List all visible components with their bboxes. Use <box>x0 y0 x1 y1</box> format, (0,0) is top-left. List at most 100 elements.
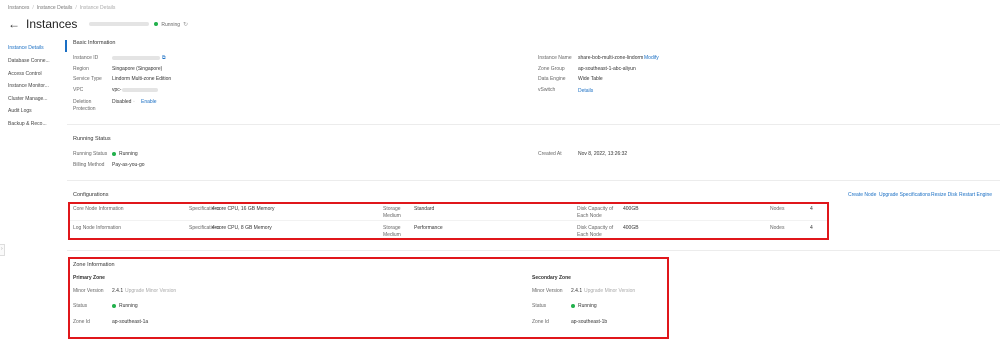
running-status-label: Running Status <box>73 151 108 157</box>
sidebar-active-indicator <box>65 40 67 52</box>
running-status-title: Running Status <box>73 136 111 142</box>
secondary-status-value: Running <box>571 303 597 309</box>
row-divider <box>70 220 827 221</box>
masked-instance-id <box>89 22 150 26</box>
core-disk-value: 400GB <box>623 206 639 212</box>
sidebar-item-instance-details[interactable]: Instance Details <box>8 45 44 51</box>
basic-info-title: Basic Information <box>73 40 116 46</box>
log-nodes-value: 4 <box>810 225 813 231</box>
primary-status-text: Running <box>119 303 138 309</box>
refresh-icon[interactable]: ↻ <box>183 22 188 28</box>
sidebar-item-instance-monitoring[interactable]: Instance Monitor... <box>8 83 49 89</box>
divider <box>67 180 1000 181</box>
primary-status-label: Status <box>73 303 88 309</box>
breadcrumb-instances[interactable]: Instances <box>8 5 29 11</box>
core-disk-label-line2: Each Node <box>577 213 602 219</box>
log-disk-value: 400GB <box>623 225 639 231</box>
log-node-info-label: Log Node Information <box>73 225 122 231</box>
secondary-zone-id-value: ap-southeast-1b <box>571 319 608 325</box>
log-medium-value: Performance <box>414 225 443 231</box>
primary-zone-title: Primary Zone <box>73 275 105 281</box>
primary-status-value: Running <box>112 303 138 309</box>
zone-info-title: Zone Information <box>73 262 115 268</box>
breadcrumb: Instances / Instance Details / Instance Deta… <box>8 5 116 11</box>
log-disk-label-line1: Disk Capacity of <box>577 225 614 231</box>
core-nodes-value: 4 <box>810 206 813 212</box>
sidebar-item-cluster-management[interactable]: Cluster Manage... <box>8 96 47 102</box>
secondary-zone-title: Secondary Zone <box>532 275 571 281</box>
deletion-protection-label-line2: Protection <box>73 106 96 112</box>
instance-name-label: Instance Name <box>538 55 572 61</box>
secondary-status-label: Status <box>532 303 547 309</box>
back-arrow-icon[interactable]: ← <box>8 18 20 30</box>
primary-zone-id-label: Zone Id <box>73 319 90 325</box>
copy-icon[interactable]: ⧉ <box>162 55 166 61</box>
vpc-label: VPC <box>73 87 84 93</box>
sidebar-item-database-connection[interactable]: Database Conne... <box>8 58 50 64</box>
restart-engine-button[interactable]: Restart Engine <box>959 192 992 198</box>
secondary-zone-id-label: Zone Id <box>532 319 549 325</box>
sidebar-item-backup-recovery[interactable]: Backup & Reco... <box>8 121 47 127</box>
core-spec-value: 4-core CPU, 16 GB Memory <box>212 206 275 212</box>
sidebar-item-access-control[interactable]: Access Control <box>8 71 42 77</box>
created-at-label: Created At <box>538 151 562 157</box>
deletion-protection-label-line1: Deletion <box>73 99 92 105</box>
enable-link[interactable]: Enable <box>141 99 157 105</box>
zone-info-highlight-box <box>68 257 669 339</box>
running-dot-icon <box>571 303 575 308</box>
region-label: Region <box>73 66 89 72</box>
configurations-title: Configurations <box>73 192 109 198</box>
page-title: Instances <box>26 17 78 31</box>
service-type-value: Lindorm Multi-zone Edition <box>112 76 172 82</box>
upgrade-specifications-button[interactable]: Upgrade Specifications <box>879 192 930 198</box>
primary-minor-value: 2.4.1 <box>112 288 124 294</box>
core-medium-label-line2: Medium <box>383 213 401 219</box>
modify-link[interactable]: Modify <box>644 55 659 61</box>
running-dot-icon <box>154 22 159 27</box>
log-medium-label-line2: Medium <box>383 232 401 238</box>
primary-upgrade-minor-link[interactable]: Upgrade Minor Version <box>125 288 176 294</box>
billing-method-label: Billing Method <box>73 162 105 168</box>
vpc-prefix: vpc- <box>112 87 122 93</box>
service-type-label: Service Type <box>73 76 102 82</box>
core-node-info-label: Core Node Information <box>73 206 124 212</box>
vswitch-label: vSwitch <box>538 87 556 93</box>
data-engine-value: Wide Table <box>578 76 603 82</box>
billing-method-value: Pay-as-you-go <box>112 162 145 168</box>
running-status-value: Running <box>112 151 138 157</box>
zone-group-value: ap-southeast-1-abc-aliyun <box>578 66 636 72</box>
breadcrumb-instance-details[interactable]: Instance Details <box>37 5 73 11</box>
collapse-chevron-icon: › <box>1 246 3 252</box>
vpc-value: vpc- <box>112 87 159 93</box>
configurations-highlight-box <box>68 202 829 240</box>
vpc-masked <box>122 87 159 92</box>
core-medium-value: Standard <box>414 206 435 212</box>
create-node-button[interactable]: Create Node <box>848 192 876 198</box>
primary-zone-id-value: ap-southeast-1a <box>112 319 149 325</box>
data-engine-label: Data Engine <box>538 76 566 82</box>
instance-id-value <box>112 56 160 60</box>
resize-disk-button[interactable]: Resize Disk <box>931 192 957 198</box>
sidebar-item-audit-logs[interactable]: Audit Logs <box>8 108 32 114</box>
secondary-upgrade-minor-link[interactable]: Upgrade Minor Version <box>584 288 635 294</box>
vswitch-details-link[interactable]: Details <box>578 88 593 94</box>
log-nodes-label: Nodes <box>770 225 785 231</box>
primary-minor-label: Minor Version <box>73 288 104 294</box>
core-medium-label-line1: Storage <box>383 206 401 212</box>
log-disk-label-line2: Each Node <box>577 232 602 238</box>
header-status: Running ↻ <box>154 21 188 28</box>
created-at-value: Nov 8, 2022, 13:26:32 <box>578 151 628 157</box>
region-value: Singapore (Singapore) <box>112 66 163 72</box>
secondary-minor-value: 2.4.1 <box>571 288 583 294</box>
running-dot-icon <box>112 303 116 308</box>
log-spec-value: 4-core CPU, 8 GB Memory <box>212 225 272 231</box>
zone-group-label: Zone Group <box>538 66 565 72</box>
separator-icon: ◦ <box>133 99 135 105</box>
divider <box>67 250 1000 251</box>
instance-name-value: share-bob-multi-zone-lindorm <box>578 55 644 61</box>
running-dot-icon <box>112 151 116 156</box>
deletion-protection-value: Disabled <box>112 99 132 105</box>
running-status-text: Running <box>119 151 138 157</box>
log-medium-label-line1: Storage <box>383 225 401 231</box>
breadcrumb-current: Instance Details <box>79 5 116 11</box>
